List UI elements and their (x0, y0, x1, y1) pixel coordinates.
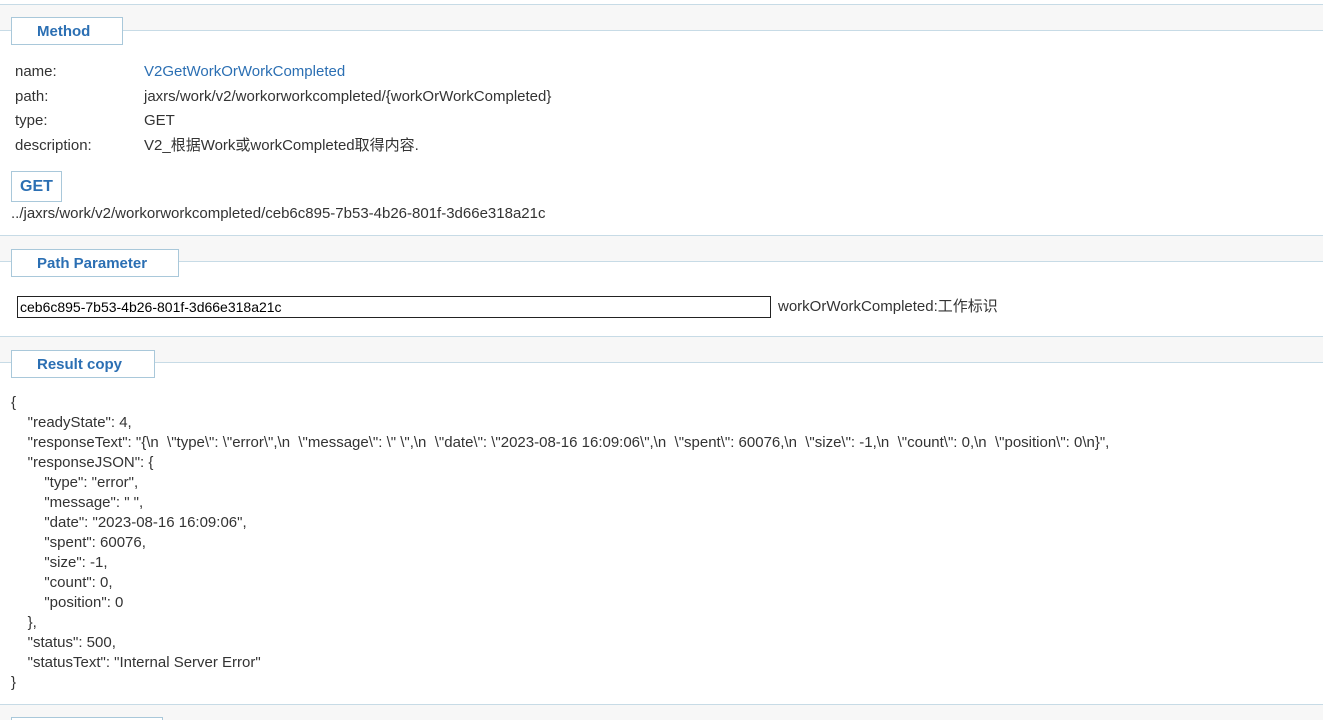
path-parameter-section-title: Path Parameter (11, 249, 179, 277)
result-line: "date": "2023-08-16 16:09:06", (11, 514, 247, 531)
field-description-label: description: (15, 137, 92, 154)
result-line: "type": "error", (11, 474, 139, 491)
result-line: { (11, 394, 17, 411)
result-line: "responseText": "{\n \"type\": \"error\"… (11, 434, 1110, 451)
field-name-value[interactable]: V2GetWorkOrWorkCompleted (144, 61, 345, 83)
next-section-header (0, 704, 1323, 720)
field-type-value: GET (144, 112, 175, 129)
result-line: "readyState": 4, (11, 414, 132, 431)
path-parameter-description: workOrWorkCompleted:工作标识 (778, 298, 998, 315)
result-line: "spent": 60076, (11, 534, 146, 551)
result-section-title[interactable]: Result copy (11, 350, 155, 378)
method-section-title: Method (11, 17, 123, 45)
result-line: }, (11, 614, 37, 631)
result-line: "responseJSON": { (11, 454, 154, 471)
field-path-label: path: (15, 88, 49, 105)
get-button[interactable]: GET (11, 171, 62, 202)
result-line: "size": -1, (11, 554, 108, 571)
result-line: "position": 0 (11, 594, 124, 611)
field-name-label: name: (15, 63, 57, 80)
result-section-header (0, 336, 1323, 363)
result-line: "statusText": "Internal Server Error" (11, 654, 261, 671)
path-parameter-input[interactable] (17, 296, 771, 318)
result-line: "count": 0, (11, 574, 113, 591)
result-line: "message": " ", (11, 494, 144, 511)
result-line: "status": 500, (11, 634, 116, 651)
path-parameter-section-header (0, 235, 1323, 262)
field-type-label: type: (15, 112, 48, 129)
field-description-value: V2_根据Work或workCompleted取得内容. (144, 137, 419, 154)
request-url: ../jaxrs/work/v2/workorworkcompleted/ceb… (11, 205, 546, 222)
method-section-header (0, 4, 1323, 31)
result-json: { "readyState": 4, "responseText": "{\n … (11, 393, 1109, 693)
field-path-value: jaxrs/work/v2/workorworkcompleted/{workO… (144, 88, 552, 105)
result-line: } (11, 674, 17, 691)
